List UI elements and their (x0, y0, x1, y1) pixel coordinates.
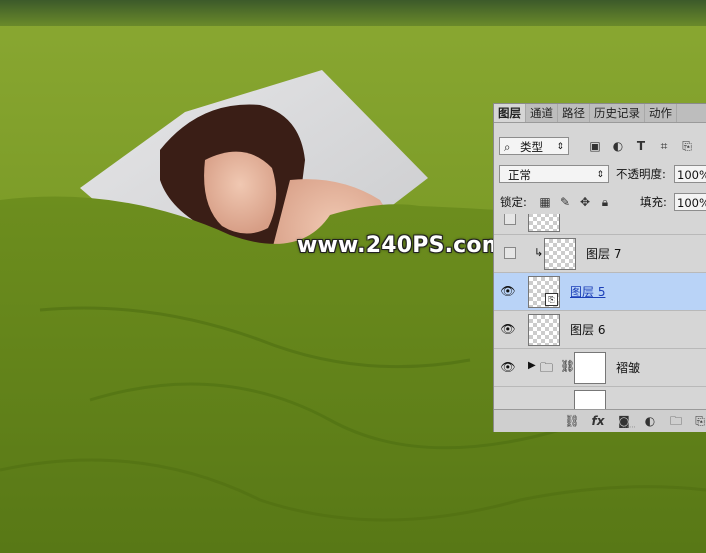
watermark-text: www.240PS.com (297, 233, 505, 258)
layer-thumbnail (544, 238, 576, 270)
filter-row: ⌕ 类型 ⇕ ▣ ◐ T ⌗ ⎘ (494, 137, 706, 157)
layer-row[interactable]: ↳ 图层 7 (494, 234, 706, 272)
tab-paths[interactable]: 路径 (558, 104, 590, 122)
visibility-toggle[interactable] (504, 247, 516, 259)
lock-all-icon[interactable]: 🔒︎ (598, 195, 612, 209)
layer-row-selected[interactable]: 👁︎ ⎘ 图层 5 (494, 272, 706, 310)
lock-transparency-icon[interactable]: ▦ (538, 195, 552, 209)
fx-icon[interactable]: fx (590, 413, 606, 429)
tab-layers[interactable]: 图层 (494, 104, 526, 122)
visibility-toggle[interactable] (504, 214, 516, 225)
mask-thumbnail (574, 390, 606, 410)
opacity-label: 不透明度: (616, 167, 666, 181)
lock-label: 锁定: (500, 195, 527, 209)
blend-mode-select[interactable]: 正常 ⇕ (499, 165, 609, 183)
layer-thumbnail: ⎘ (528, 276, 560, 308)
adjustment-layer-icon[interactable]: ◐ (642, 413, 658, 429)
filter-type-label: 类型 (520, 140, 543, 154)
layer-row-partial[interactable] (494, 214, 706, 234)
layers-panel[interactable]: 图层 通道 路径 历史记录 动作 ⌕ 类型 ⇕ ▣ ◐ T ⌗ ⎘ 正常 ⇕ 不… (493, 103, 706, 432)
updown-arrow-icon: ⇕ (556, 142, 564, 152)
lock-row: 锁定: ▦ ✎ ✥ 🔒︎ 填充: 100% (494, 193, 706, 213)
search-icon: ⌕ (504, 140, 511, 154)
new-layer-icon[interactable]: ⎘ (692, 413, 706, 429)
eye-icon[interactable]: 👁︎ (499, 359, 517, 375)
eye-icon[interactable]: 👁︎ (499, 283, 517, 299)
layer-filter-select[interactable]: ⌕ 类型 ⇕ (499, 137, 569, 155)
link-layers-icon[interactable]: ⛓︎ (564, 413, 580, 429)
layer-name[interactable]: 图层 7 (586, 235, 621, 273)
panel-tabbar: 图层 通道 路径 历史记录 动作 (494, 104, 706, 123)
layer-thumbnail (528, 314, 560, 346)
layer-name[interactable]: 图层 6 (570, 311, 605, 349)
adjustment-filter-icon[interactable]: ◐ (611, 139, 625, 153)
mask-thumbnail (574, 352, 606, 384)
layer-name[interactable]: 图层 5 (570, 273, 605, 311)
expand-triangle-icon[interactable]: ▶ (528, 360, 536, 371)
new-group-icon[interactable]: 🗀︎ (668, 413, 684, 429)
opacity-input[interactable]: 100% (674, 165, 706, 183)
mask-link-icon[interactable]: ⛓︎ (560, 359, 575, 373)
shape-filter-icon[interactable]: ⌗ (657, 139, 671, 153)
eye-icon[interactable]: 👁︎ (499, 321, 517, 337)
lock-position-icon[interactable]: ✥ (578, 195, 592, 209)
tab-history[interactable]: 历史记录 (590, 104, 645, 122)
layer-thumbnail (528, 214, 560, 232)
layer-name[interactable]: 褶皱 (616, 349, 640, 387)
layer-row[interactable]: 👁︎ 图层 6 (494, 310, 706, 348)
resize-grip-icon[interactable]: ⋯⋯ (622, 423, 636, 431)
folder-icon: 🗀︎ (540, 361, 554, 376)
smart-object-badge-icon: ⎘ (545, 293, 558, 306)
layers-list[interactable]: ↳ 图层 7 👁︎ ⎘ 图层 5 👁︎ 图层 6 👁︎ ▶ 🗀︎ ⛓︎ 褶皱 (494, 214, 706, 410)
updown-arrow-icon: ⇕ (596, 170, 604, 180)
tab-channels[interactable]: 通道 (526, 104, 558, 122)
layer-group-row[interactable]: 👁︎ ▶ 🗀︎ ⛓︎ 褶皱 (494, 348, 706, 386)
tab-actions[interactable]: 动作 (645, 104, 677, 122)
blend-row: 正常 ⇕ 不透明度: 100% (494, 165, 706, 185)
panel-bottom-bar: ⛓︎ fx ◙ ◐ 🗀︎ ⎘ ⋯⋯ (494, 409, 706, 432)
smart-object-filter-icon[interactable]: ⎘ (680, 139, 694, 153)
clipping-arrow-icon: ↳ (534, 246, 544, 259)
fill-value: 100% (677, 196, 706, 210)
image-filter-icon[interactable]: ▣ (588, 139, 602, 153)
fill-input[interactable]: 100% (674, 193, 706, 211)
fill-label: 填充: (640, 195, 667, 209)
lock-brush-icon[interactable]: ✎ (558, 195, 572, 209)
blend-mode-value: 正常 (508, 168, 531, 182)
opacity-value: 100% (677, 168, 706, 182)
text-filter-icon[interactable]: T (634, 139, 648, 153)
layer-row-partial[interactable] (494, 386, 706, 410)
